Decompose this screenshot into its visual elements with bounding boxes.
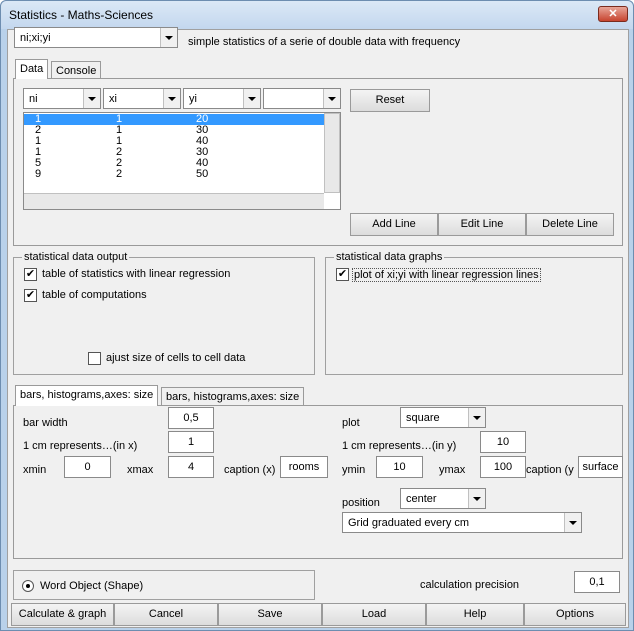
cell: 2 bbox=[116, 168, 123, 180]
xmax-label: xmax bbox=[127, 464, 154, 476]
grid-select[interactable]: Grid graduated every cm bbox=[342, 512, 582, 533]
chevron-down-icon[interactable] bbox=[323, 89, 340, 108]
caption-y-label: caption (y bbox=[526, 464, 574, 476]
cm-x-label: 1 cm represents…(in x) bbox=[23, 440, 138, 452]
data-panel: ni xi yi 1 1 20 2 1 30 1 1 40 1 2 30 5 2 40 9 2 50 R… bbox=[13, 78, 623, 246]
column-label: xi bbox=[109, 93, 117, 105]
position-label: position bbox=[342, 497, 380, 509]
position-select[interactable]: center bbox=[400, 488, 486, 509]
tab-data[interactable]: Data bbox=[15, 59, 49, 79]
close-button[interactable]: ✕ bbox=[598, 6, 628, 22]
caption-y-field[interactable]: surface bbox=[578, 456, 623, 478]
ymax-label: ymax bbox=[439, 464, 466, 476]
precision-field[interactable]: 0,1 bbox=[574, 571, 620, 593]
word-object-radio[interactable] bbox=[22, 580, 34, 592]
ymin-field[interactable]: 10 bbox=[376, 456, 423, 478]
list-item[interactable]: 1 1 40 bbox=[24, 136, 324, 147]
column-select-empty[interactable] bbox=[263, 88, 341, 109]
list-item[interactable]: 9 2 50 bbox=[24, 169, 324, 180]
data-list[interactable]: 1 1 20 2 1 30 1 1 40 1 2 30 5 2 40 9 2 50 bbox=[23, 112, 341, 210]
chevron-down-icon[interactable] bbox=[564, 513, 581, 532]
cell: 9 bbox=[35, 168, 42, 180]
output-group: statistical data output ✔ table of stati… bbox=[13, 251, 315, 375]
cm-y-label: 1 cm represents…(in y) bbox=[342, 440, 457, 452]
chevron-down-icon[interactable] bbox=[160, 28, 177, 47]
cm-x-field[interactable]: 1 bbox=[168, 431, 214, 453]
word-object-group: Word Object (Shape) bbox=[13, 570, 315, 600]
radio-dot-icon bbox=[26, 584, 30, 588]
plot-regression-checkbox[interactable]: ✔ bbox=[336, 268, 349, 281]
chevron-down-icon[interactable] bbox=[83, 89, 100, 108]
plot-label: plot bbox=[342, 417, 360, 429]
grid-select-value: Grid graduated every cm bbox=[348, 517, 470, 529]
caption-x-label: caption (x) bbox=[224, 464, 276, 476]
cm-y-field[interactable]: 10 bbox=[480, 431, 526, 453]
list-item[interactable]: 5 2 40 bbox=[24, 158, 324, 169]
column-select-ni[interactable]: ni bbox=[23, 88, 101, 109]
caption-x-field[interactable]: rooms bbox=[280, 456, 328, 478]
plot-select[interactable]: square bbox=[400, 407, 486, 428]
bar-width-field[interactable]: 0,5 bbox=[168, 407, 214, 429]
output-group-title: statistical data output bbox=[22, 251, 130, 263]
cell: 50 bbox=[196, 168, 209, 180]
ymax-field[interactable]: 100 bbox=[480, 456, 526, 478]
xmin-label: xmin bbox=[23, 464, 47, 476]
plot-select-value: square bbox=[406, 412, 440, 424]
edit-line-button[interactable]: Edit Line bbox=[438, 213, 526, 236]
position-select-value: center bbox=[406, 493, 437, 505]
load-button[interactable]: Load bbox=[322, 603, 426, 626]
client-area: ni;xi;yi simple statistics of a serie of… bbox=[7, 27, 629, 628]
calculate-graph-button[interactable]: Calculate & graph bbox=[11, 603, 114, 626]
tab-bars-size-2[interactable]: bars, histograms,axes: size bbox=[161, 387, 305, 406]
help-button[interactable]: Help bbox=[426, 603, 524, 626]
chevron-down-icon[interactable] bbox=[468, 408, 485, 427]
mode-description: simple statistics of a serie of double d… bbox=[188, 36, 461, 48]
mode-select-value: ni;xi;yi bbox=[20, 32, 51, 44]
table-statistics-checkbox[interactable]: ✔ bbox=[24, 268, 37, 281]
chevron-down-icon[interactable] bbox=[468, 489, 485, 508]
bar-width-label: bar width bbox=[23, 417, 68, 429]
table-statistics-label: table of statistics with linear regressi… bbox=[42, 268, 231, 280]
options-button[interactable]: Options bbox=[524, 603, 626, 626]
column-select-xi[interactable]: xi bbox=[103, 88, 181, 109]
table-computations-checkbox[interactable]: ✔ bbox=[24, 289, 37, 302]
title-bar: Statistics - Maths-Sciences ✕ bbox=[1, 1, 633, 29]
graphs-group-title: statistical data graphs bbox=[334, 251, 445, 263]
xmin-field[interactable]: 0 bbox=[64, 456, 111, 478]
ymin-label: ymin bbox=[342, 464, 366, 476]
column-label: ni bbox=[29, 93, 38, 105]
save-button[interactable]: Save bbox=[218, 603, 322, 626]
xmax-field[interactable]: 4 bbox=[168, 456, 214, 478]
precision-label: calculation precision bbox=[420, 579, 520, 591]
mode-select[interactable]: ni;xi;yi bbox=[14, 27, 178, 48]
tab-bars-size-1[interactable]: bars, histograms,axes: size bbox=[15, 385, 159, 406]
add-line-button[interactable]: Add Line bbox=[350, 213, 438, 236]
graphs-group: statistical data graphs ✔ plot of xi;yi … bbox=[325, 251, 623, 375]
delete-line-button[interactable]: Delete Line bbox=[526, 213, 614, 236]
plot-regression-label: plot of xi;yi with linear regression lin… bbox=[352, 268, 541, 282]
chevron-down-icon[interactable] bbox=[243, 89, 260, 108]
window-title: Statistics - Maths-Sciences bbox=[9, 8, 154, 22]
vertical-scrollbar[interactable] bbox=[324, 113, 340, 193]
parameters-panel: bar width 0,5 1 cm represents…(in x) 1 x… bbox=[13, 405, 623, 559]
app-window: Statistics - Maths-Sciences ✕ ni;xi;yi s… bbox=[0, 0, 634, 631]
cancel-button[interactable]: Cancel bbox=[114, 603, 218, 626]
list-item[interactable]: 1 2 30 bbox=[24, 147, 324, 158]
column-select-yi[interactable]: yi bbox=[183, 88, 261, 109]
tab-console[interactable]: Console bbox=[51, 61, 102, 79]
column-label: yi bbox=[189, 93, 197, 105]
table-computations-label: table of computations bbox=[42, 289, 147, 301]
list-item[interactable]: 2 1 30 bbox=[24, 125, 324, 136]
adjust-cells-label: ajust size of cells to cell data bbox=[106, 352, 246, 364]
horizontal-scrollbar[interactable] bbox=[24, 193, 324, 209]
chevron-down-icon[interactable] bbox=[163, 89, 180, 108]
adjust-cells-checkbox[interactable] bbox=[88, 352, 101, 365]
list-item[interactable]: 1 1 20 bbox=[24, 114, 324, 125]
word-object-label: Word Object (Shape) bbox=[40, 580, 144, 592]
reset-button[interactable]: Reset bbox=[350, 89, 430, 112]
